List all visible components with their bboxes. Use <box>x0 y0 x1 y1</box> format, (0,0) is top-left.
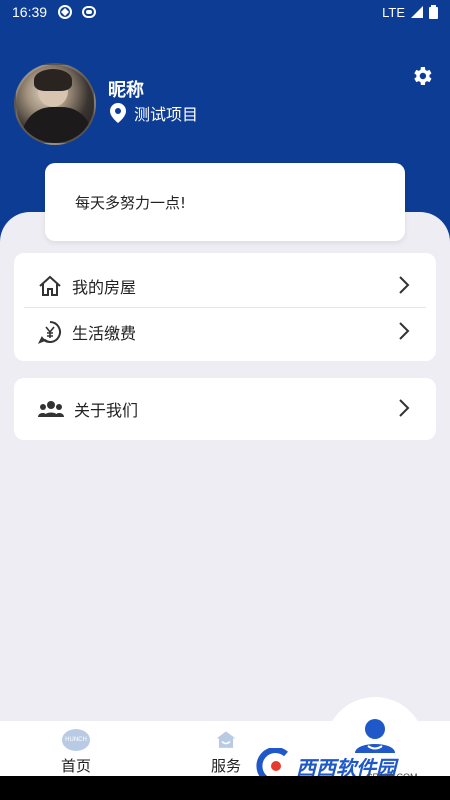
home-logo-icon: HUNCH <box>62 729 90 751</box>
status-right: LTE <box>382 5 438 20</box>
menu-item-my-house[interactable]: 我的房屋 <box>14 261 436 311</box>
motto-card: 每天多努力一点! <box>45 163 405 241</box>
status-notification-icons <box>57 4 97 20</box>
nickname[interactable]: 昵称 <box>108 76 144 102</box>
tab-label: 首页 <box>60 757 91 775</box>
menu-card-1: 我的房屋 生活缴费 <box>14 253 436 361</box>
location[interactable]: 测试项目 <box>110 101 198 125</box>
chevron-right-icon <box>399 322 410 340</box>
menu-item-about-us[interactable]: 关于我们 <box>14 384 436 434</box>
menu-item-label: 关于我们 <box>74 401 139 420</box>
tab-service[interactable]: 服务 <box>198 721 254 776</box>
tab-home[interactable]: HUNCH 首页 <box>48 721 104 776</box>
status-time: 16:39 <box>12 4 48 20</box>
menu-item-label: 生活缴费 <box>72 324 137 343</box>
status-bar: 16:39 LTE <box>0 0 450 24</box>
menu-item-label: 我的房屋 <box>72 278 137 297</box>
location-label: 测试项目 <box>134 105 199 124</box>
avatar[interactable] <box>14 63 96 145</box>
sync-icon <box>58 5 73 19</box>
chevron-right-icon <box>399 276 410 294</box>
settings-gear-icon[interactable] <box>410 64 434 88</box>
system-nav-bar <box>0 776 450 800</box>
tab-label: 服务 <box>210 757 241 775</box>
house-icon <box>39 275 61 296</box>
battery-icon <box>429 5 438 19</box>
yen-bill-icon <box>38 321 61 344</box>
chevron-right-icon <box>399 399 410 417</box>
service-house-icon <box>216 731 236 748</box>
signal-icon <box>411 6 423 18</box>
users-icon <box>38 401 64 417</box>
location-pin-icon <box>110 103 126 123</box>
motto-text: 每天多努力一点! <box>75 193 187 212</box>
menu-item-living-payment[interactable]: 生活缴费 <box>14 307 436 357</box>
network-type: LTE <box>382 4 405 20</box>
menu-card-2: 关于我们 <box>14 378 436 440</box>
app-notification-icon <box>82 6 97 18</box>
